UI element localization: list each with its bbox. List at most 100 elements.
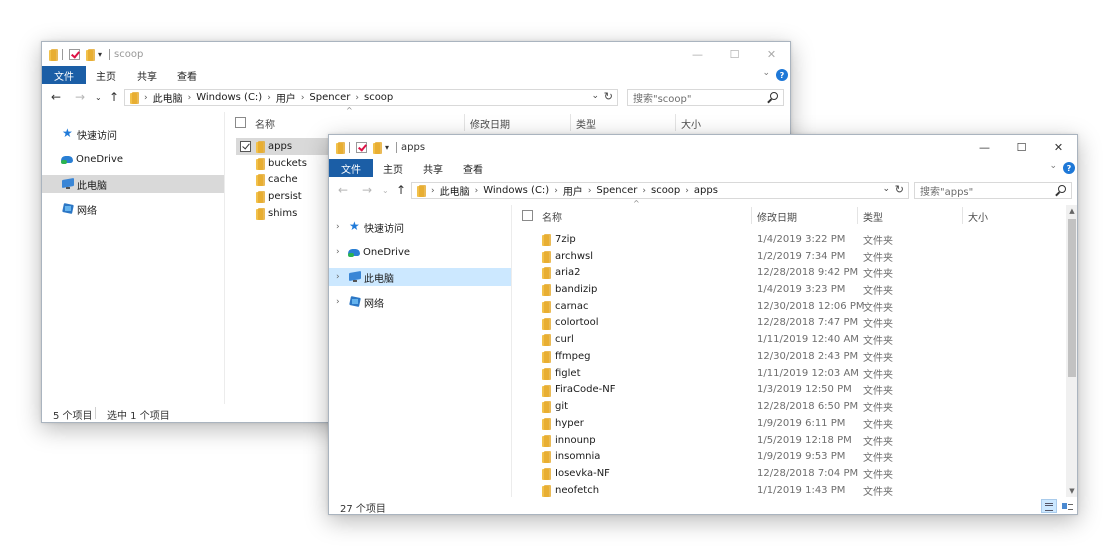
column-divider[interactable] [570, 114, 571, 131]
tab-share[interactable]: 共享 [423, 159, 443, 177]
list-item[interactable]: cache [236, 171, 336, 188]
help-icon[interactable]: ? [776, 69, 788, 81]
scroll-thumb[interactable] [1068, 219, 1076, 377]
close-icon[interactable]: ✕ [1040, 135, 1077, 159]
list-item[interactable]: persist [236, 188, 336, 205]
tab-home[interactable]: 主页 [383, 159, 403, 177]
table-row[interactable]: hyper 1/9/2019 6:11 PM 文件夹 [529, 415, 1049, 432]
breadcrumb-item[interactable]: Spencer [596, 185, 637, 196]
table-row[interactable]: colortool 12/28/2018 7:47 PM 文件夹 [529, 315, 1049, 332]
minimize-icon[interactable]: — [679, 42, 716, 66]
breadcrumb-item[interactable]: apps [694, 185, 718, 196]
list-item[interactable]: buckets [236, 155, 336, 172]
chevron-right-icon[interactable]: › [336, 247, 340, 257]
table-row[interactable]: innounp 1/5/2019 12:18 PM 文件夹 [529, 432, 1049, 449]
address-bar[interactable]: › 此电脑 › Windows (C:) › 用户 › Spencer › sc… [124, 89, 618, 106]
maximize-icon[interactable]: ☐ [716, 42, 753, 66]
back-arrow-icon[interactable]: ← [338, 183, 348, 197]
address-dropdown-icon[interactable]: ⌄ [591, 91, 599, 101]
table-row[interactable]: figlet 1/11/2019 12:03 AM 文件夹 [529, 365, 1049, 382]
address-bar[interactable]: › 此电脑 › Windows (C:) › 用户 › Spencer › sc… [411, 182, 909, 199]
tab-view[interactable]: 查看 [463, 159, 483, 177]
select-all-checkbox[interactable] [522, 210, 533, 221]
column-divider[interactable] [962, 207, 963, 224]
chevron-right-icon[interactable]: › [336, 222, 340, 232]
vertical-scrollbar[interactable]: ▲ ▼ [1066, 205, 1077, 497]
nav-item-quick-access[interactable]: › 快速访问 [329, 218, 511, 236]
details-view-icon[interactable] [1041, 499, 1057, 513]
table-row[interactable]: archwsl 1/2/2019 7:34 PM 文件夹 [529, 248, 1049, 265]
column-date[interactable]: 修改日期 [470, 116, 510, 131]
ribbon-expand-icon[interactable]: ⌄ [1049, 161, 1057, 171]
column-name[interactable]: 名称 [542, 209, 562, 224]
column-name[interactable]: 名称 [255, 116, 275, 131]
forward-arrow-icon[interactable]: → [75, 90, 85, 104]
explorer-window-apps[interactable]: ▾ apps — ☐ ✕ 文件 主页 共享 查看 ⌄ ? ← → ⌄ ↑ › 此… [328, 134, 1078, 515]
address-dropdown-icon[interactable]: ⌄ [882, 184, 890, 194]
large-icons-view-icon[interactable] [1059, 499, 1075, 513]
item-checkbox[interactable] [240, 141, 251, 152]
new-folder-icon[interactable] [85, 48, 95, 61]
column-divider[interactable] [464, 114, 465, 131]
column-date[interactable]: 修改日期 [757, 209, 797, 224]
refresh-icon[interactable]: ↻ [895, 183, 904, 196]
column-type[interactable]: 类型 [863, 209, 883, 224]
nav-item-onedrive[interactable]: › OneDrive [329, 243, 511, 261]
search-input[interactable]: 搜索"scoop" [627, 89, 784, 106]
breadcrumb-item[interactable]: 此电脑 [153, 90, 183, 105]
new-folder-icon[interactable] [372, 141, 382, 154]
title-bar[interactable]: ▾ apps — ☐ ✕ [329, 135, 1077, 159]
breadcrumb-item[interactable]: scoop [364, 92, 393, 103]
tab-view[interactable]: 查看 [177, 66, 197, 84]
table-row[interactable]: bandizip 1/4/2019 3:23 PM 文件夹 [529, 281, 1049, 298]
back-arrow-icon[interactable]: ← [51, 90, 61, 104]
breadcrumb-item[interactable]: Windows (C:) [483, 185, 549, 196]
properties-icon[interactable] [69, 49, 80, 60]
column-type[interactable]: 类型 [576, 116, 596, 131]
help-icon[interactable]: ? [1063, 162, 1075, 174]
column-divider[interactable] [857, 207, 858, 224]
search-icon[interactable] [770, 92, 778, 100]
tab-file[interactable]: 文件 [329, 159, 373, 177]
list-item[interactable]: shims [236, 205, 336, 222]
search-icon[interactable] [1058, 185, 1066, 193]
tab-share[interactable]: 共享 [137, 66, 157, 84]
column-divider[interactable] [675, 114, 676, 131]
search-input[interactable]: 搜索"apps" [914, 182, 1072, 199]
refresh-icon[interactable]: ↻ [604, 90, 613, 103]
nav-item-network[interactable]: 网络 [42, 200, 224, 218]
forward-arrow-icon[interactable]: → [362, 183, 372, 197]
recent-locations-icon[interactable]: ⌄ [382, 186, 389, 195]
minimize-icon[interactable]: — [966, 135, 1003, 159]
recent-locations-icon[interactable]: ⌄ [95, 93, 102, 102]
close-icon[interactable]: ✕ [753, 42, 790, 66]
up-arrow-icon[interactable]: ↑ [109, 90, 119, 104]
column-size[interactable]: 大小 [968, 209, 988, 224]
breadcrumb-item[interactable]: 此电脑 [440, 183, 470, 198]
table-row[interactable]: FiraCode-NF 1/3/2019 12:50 PM 文件夹 [529, 382, 1049, 399]
table-row[interactable]: carnac 12/30/2018 12:06 PM 文件夹 [529, 298, 1049, 315]
table-row[interactable]: ffmpeg 12/30/2018 2:43 PM 文件夹 [529, 348, 1049, 365]
chevron-right-icon[interactable]: › [336, 272, 340, 282]
customize-dropdown-icon[interactable]: ▾ [98, 50, 102, 59]
column-divider[interactable] [751, 207, 752, 224]
select-all-checkbox[interactable] [235, 117, 246, 128]
breadcrumb-item[interactable]: Spencer [309, 92, 350, 103]
up-arrow-icon[interactable]: ↑ [396, 183, 406, 197]
list-item[interactable]: apps [236, 138, 336, 155]
nav-item-this-pc[interactable]: › 此电脑 [329, 268, 511, 286]
table-row[interactable]: 7zip 1/4/2019 3:22 PM 文件夹 [529, 231, 1049, 248]
tab-file[interactable]: 文件 [42, 66, 86, 84]
scroll-down-icon[interactable]: ▼ [1066, 485, 1077, 497]
column-size[interactable]: 大小 [681, 116, 701, 131]
table-row[interactable]: Iosevka-NF 12/28/2018 7:04 PM 文件夹 [529, 465, 1049, 482]
table-row[interactable]: git 12/28/2018 6:50 PM 文件夹 [529, 398, 1049, 415]
ribbon-expand-icon[interactable]: ⌄ [762, 68, 770, 78]
maximize-icon[interactable]: ☐ [1003, 135, 1040, 159]
table-row[interactable]: curl 1/11/2019 12:40 AM 文件夹 [529, 331, 1049, 348]
scroll-up-icon[interactable]: ▲ [1066, 205, 1077, 217]
table-row[interactable]: insomnia 1/9/2019 9:53 PM 文件夹 [529, 448, 1049, 465]
breadcrumb-item[interactable]: 用户 [563, 183, 583, 198]
nav-item-network[interactable]: › 网络 [329, 293, 511, 311]
breadcrumb-item[interactable]: Windows (C:) [196, 92, 262, 103]
